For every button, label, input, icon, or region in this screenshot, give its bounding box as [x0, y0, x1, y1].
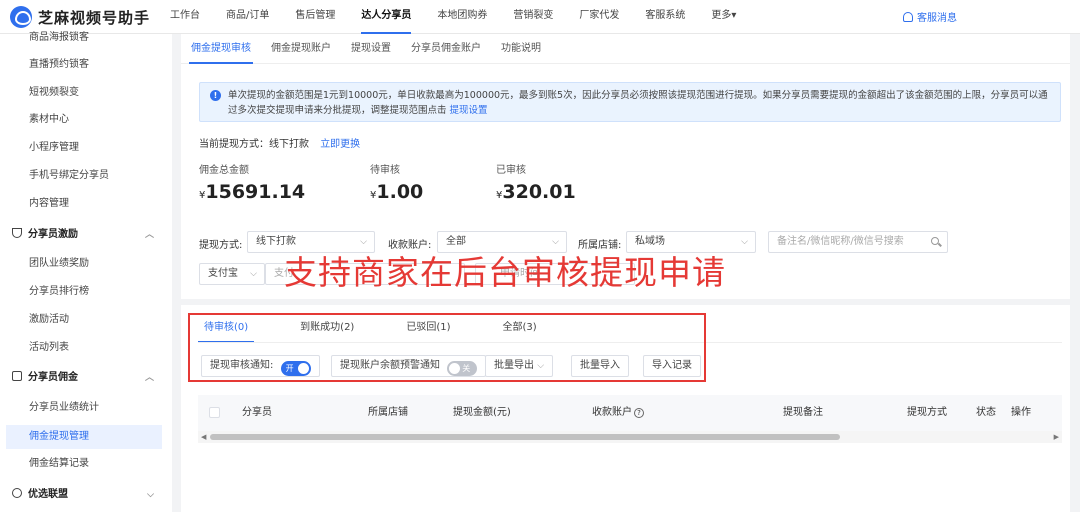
sub-tab[interactable]: 分享员佣金账户	[409, 34, 483, 64]
help-icon: ?	[634, 408, 644, 418]
sidebar-group[interactable]: 优选联盟 ⌵	[0, 483, 172, 507]
scroll-thumb	[210, 434, 840, 440]
sub-tab[interactable]: 佣金提现账户	[269, 34, 333, 64]
scroll-right-icon: ▶	[1053, 433, 1059, 441]
sidebar: 商品海报锁客 直播预约锁客 短视频裂变素材中心小程序管理手机号绑定分享员 内容管理分享…	[0, 32, 172, 512]
sidebar-item-label: 短视频裂变	[29, 87, 79, 98]
th-actions: 操作	[1011, 407, 1031, 418]
chevron-down-icon: ⌵	[147, 490, 154, 500]
scroll-left-icon: ◀	[201, 433, 207, 441]
top-nav-item[interactable]: 营销裂变	[513, 0, 553, 34]
sidebar-item-label: 活动列表	[29, 342, 69, 353]
sidebar-item[interactable]: 活动列表	[0, 336, 172, 360]
th-status: 状态	[976, 407, 996, 418]
customer-message-label: 客服消息	[917, 13, 957, 24]
th-sharer: 分享员	[242, 407, 272, 418]
annotation-highlight-box	[188, 313, 706, 382]
sidebar-item-label: 手机号绑定分享员	[29, 170, 109, 181]
stat-approved-value: ¥320.01	[496, 181, 576, 203]
sidebar-item[interactable]: 商品海报锁客	[0, 26, 172, 50]
chevron-up-icon: ︿	[144, 230, 154, 240]
th-account: 收款账户?	[592, 395, 644, 431]
current-withdraw-method: 当前提现方式：线下打款 立即更换	[199, 135, 360, 150]
select-all-checkbox[interactable]	[209, 407, 220, 418]
sidebar-group[interactable]: 分享员佣金 ︿	[0, 366, 172, 390]
sub-tabs: 佣金提现审核 佣金提现账户 提现设置 分享员佣金账户 功能说明	[181, 34, 1070, 64]
top-nav: 工作台 商品/订单 售后管理 达人分享员 本地团购券 营销裂变 厂家代发 客服系统 更多▾	[170, 0, 762, 34]
chevron-down-icon: ⌵	[741, 237, 748, 247]
sidebar-item-label: 激励活动	[29, 314, 69, 325]
chat-bubble-icon	[10, 6, 32, 28]
sub-tab[interactable]: 功能说明	[499, 34, 543, 64]
sidebar-group[interactable]: 分享员激励 ︿	[0, 223, 172, 247]
stat-total-label: 佣金总金额	[199, 165, 249, 176]
sidebar-item[interactable]: 分享员业绩统计	[0, 396, 172, 420]
method-filter-label: 提现方式:	[199, 240, 243, 251]
sidebar-item-label: 分享员激励	[28, 229, 78, 240]
withdraw-settings-link[interactable]: 提现设置	[450, 105, 488, 116]
sidebar-item-label: 小程序管理	[29, 142, 79, 153]
sub-tab[interactable]: 佣金提现审核	[189, 34, 253, 64]
sidebar-item[interactable]: 内容管理	[0, 192, 172, 216]
top-nav-item[interactable]: 客服系统	[645, 0, 685, 34]
wallet-icon	[12, 371, 22, 381]
top-nav-item[interactable]: 售后管理	[295, 0, 335, 34]
app-name: 芝麻视频号助手	[38, 8, 151, 27]
sidebar-item-label: 佣金提现管理	[29, 431, 89, 442]
stat-total-value: ¥15691.14	[199, 181, 306, 203]
sidebar-item-label: 内容管理	[29, 198, 69, 209]
stat-approved-label: 已审核	[496, 165, 526, 176]
chevron-up-icon: ︿	[144, 373, 154, 383]
annotation-caption: 支持商家在后台审核提现申请	[284, 253, 726, 292]
sidebar-item-label: 素材中心	[29, 114, 69, 125]
sidebar-item-label: 团队业绩奖励	[29, 258, 89, 269]
method-label: 当前提现方式：线下打款	[199, 139, 309, 150]
sidebar-item[interactable]: 短视频裂变	[0, 81, 172, 105]
change-method-link[interactable]: 立即更换	[320, 139, 360, 150]
sidebar-item-label: 佣金结算记录	[29, 458, 89, 469]
sidebar-item-label: 分享员排行榜	[29, 286, 89, 297]
top-nav-item[interactable]: 达人分享员	[361, 0, 412, 34]
top-nav-item[interactable]: 工作台	[170, 0, 200, 34]
top-nav-item[interactable]: 厂家代发	[579, 0, 619, 34]
th-method: 提现方式	[907, 407, 947, 418]
sidebar-item[interactable]: 激励活动	[0, 308, 172, 332]
th-amount: 提现金额(元)	[453, 407, 511, 418]
sidebar-item[interactable]: 佣金结算记录	[0, 452, 172, 476]
stat-pending-value: ¥1.00	[370, 181, 424, 203]
chevron-down-icon: ⌵	[250, 269, 257, 279]
sidebar-item[interactable]: 团队业绩奖励	[0, 252, 172, 276]
th-store: 所属店铺	[368, 407, 408, 418]
trophy-icon	[12, 228, 22, 238]
sidebar-item[interactable]: 小程序管理	[0, 136, 172, 160]
circle-icon	[12, 488, 22, 498]
pay-method-select[interactable]: 支付宝 ⌵	[199, 263, 265, 285]
sub-tab[interactable]: 提现设置	[349, 34, 393, 64]
info-icon: !	[210, 90, 221, 101]
horizontal-scrollbar[interactable]: ◀ ▶	[198, 431, 1062, 443]
info-text: 单次提现的金额范围是1元到10000元，单日收款最高为100000元，最多到账5…	[228, 90, 1048, 116]
info-banner: ! 单次提现的金额范围是1元到10000元，单日收款最高为100000元，最多到…	[199, 82, 1061, 122]
top-nav-item[interactable]: 本地团购券	[437, 0, 487, 34]
sidebar-item[interactable]: 分享员排行榜	[0, 280, 172, 304]
table-header: 分享员 所属店铺 提现金额(元) 收款账户? 提现备注 提现方式 状态 操作	[198, 395, 1062, 431]
sidebar-item-label: 分享员佣金	[28, 372, 78, 383]
search-input[interactable]: 备注名/微信昵称/微信号搜索	[768, 231, 948, 253]
sidebar-item-label: 商品海报锁客	[29, 32, 89, 43]
sidebar-item-label: 直播预约锁客	[29, 59, 89, 70]
sidebar-item[interactable]: 素材中心	[0, 108, 172, 132]
bell-icon	[903, 11, 913, 22]
top-nav-item[interactable]: 更多▾	[711, 0, 736, 34]
sidebar-item-label: 分享员业绩统计	[29, 402, 99, 413]
sidebar-item-label: 优选联盟	[28, 489, 68, 500]
customer-message-link[interactable]: 客服消息	[903, 9, 957, 24]
sidebar-item[interactable]: 手机号绑定分享员	[0, 164, 172, 188]
search-icon	[931, 237, 939, 245]
stat-pending-label: 待审核	[370, 165, 400, 176]
top-nav-item[interactable]: 商品/订单	[226, 0, 269, 34]
sidebar-item[interactable]: 直播预约锁客	[0, 53, 172, 77]
th-remark: 提现备注	[783, 407, 823, 418]
sidebar-item[interactable]: 佣金提现管理	[6, 425, 162, 449]
